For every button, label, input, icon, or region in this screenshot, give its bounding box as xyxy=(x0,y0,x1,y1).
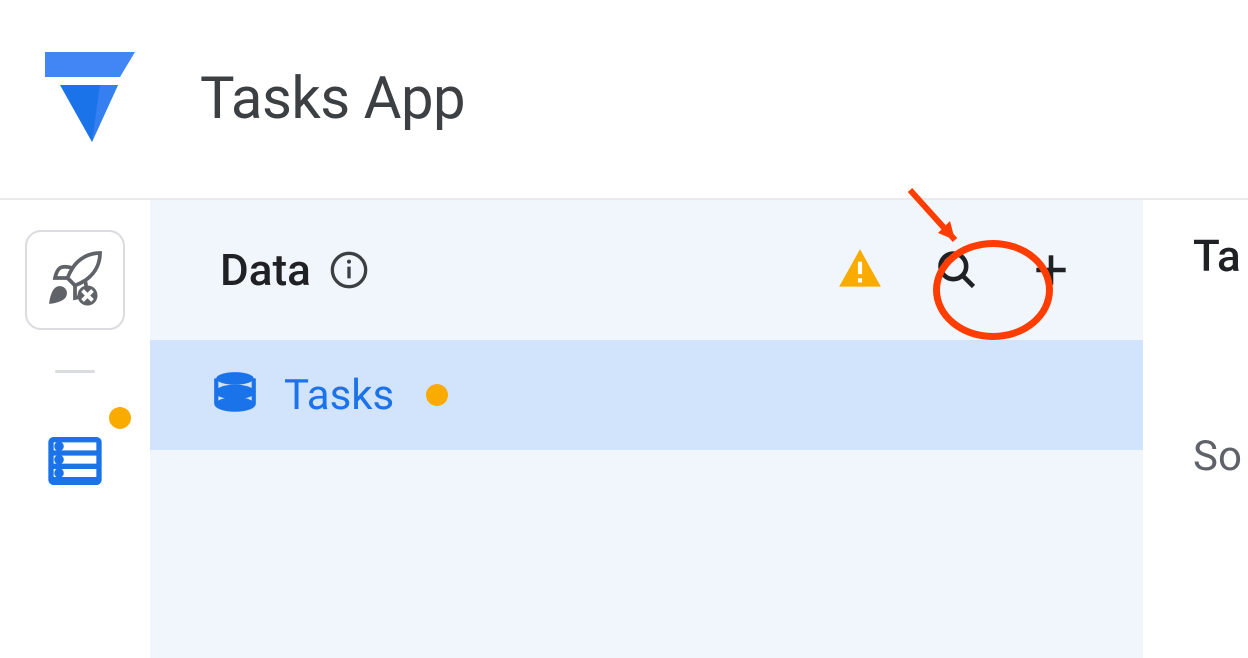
info-icon[interactable] xyxy=(329,250,369,290)
data-panel: Data xyxy=(150,200,1143,658)
content-area: Data xyxy=(150,200,1248,658)
app-header: Tasks App xyxy=(0,0,1248,200)
table-row-tasks[interactable]: Tasks xyxy=(150,340,1143,450)
table-status-dot xyxy=(426,384,448,406)
add-table-button[interactable] xyxy=(1029,248,1073,292)
data-header-actions xyxy=(835,245,1073,295)
data-panel-title: Data xyxy=(220,244,311,296)
appsheet-logo-icon xyxy=(40,47,150,151)
table-icon xyxy=(210,368,260,422)
rocket-icon xyxy=(45,248,105,312)
table-name-label: Tasks xyxy=(284,371,394,420)
left-sidebar xyxy=(0,200,150,658)
search-icon[interactable] xyxy=(935,248,979,292)
sidebar-item-deploy[interactable] xyxy=(25,230,125,330)
warning-triangle-icon[interactable] xyxy=(835,245,885,295)
warning-badge-dot xyxy=(109,407,131,429)
main-area: Data xyxy=(0,200,1248,658)
sidebar-item-data[interactable] xyxy=(25,413,125,513)
sidebar-divider xyxy=(55,370,95,373)
data-title-group: Data xyxy=(220,244,369,296)
database-icon xyxy=(43,429,107,497)
right-panel-title-fragment: Ta xyxy=(1193,230,1248,282)
data-panel-header: Data xyxy=(150,200,1143,340)
app-title: Tasks App xyxy=(200,65,465,133)
right-panel-text-fragment: So xyxy=(1193,432,1248,481)
right-panel: Ta So xyxy=(1143,200,1248,658)
